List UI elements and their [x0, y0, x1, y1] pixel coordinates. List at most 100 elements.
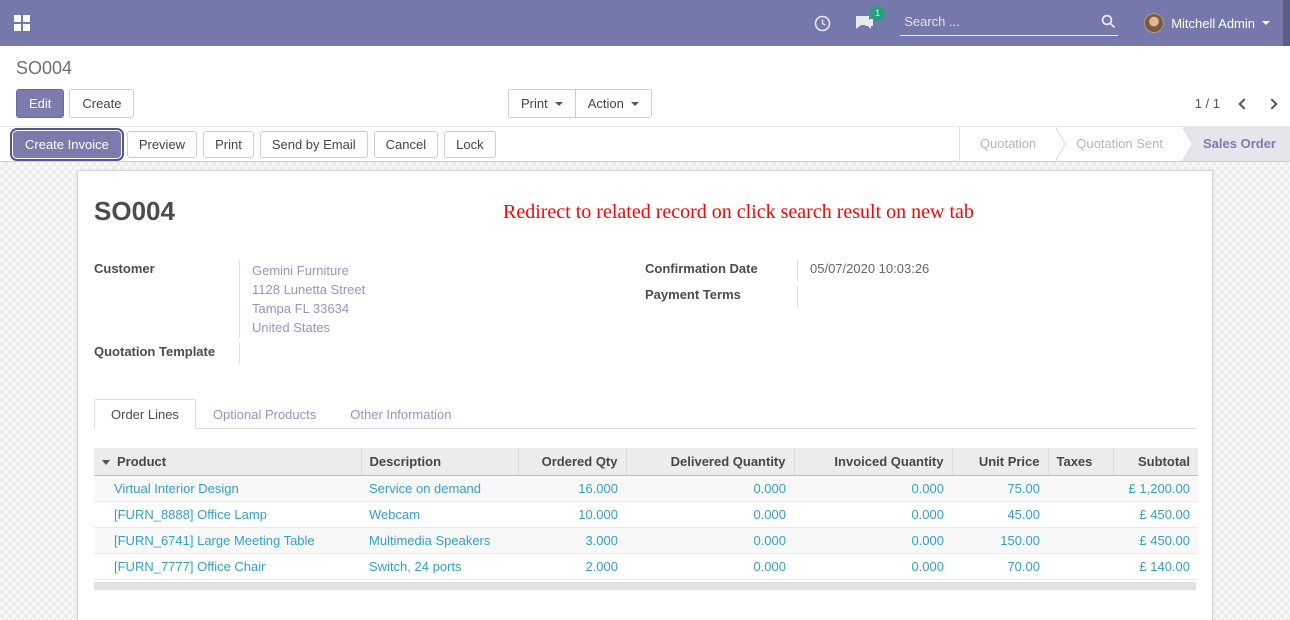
- user-name: Mitchell Admin: [1171, 16, 1255, 31]
- confirmation-date-value: 05/07/2020 10:03:26: [797, 260, 1196, 281]
- tab-order-lines[interactable]: Order Lines: [94, 399, 196, 429]
- print-dropdown-label: Print: [521, 95, 548, 112]
- table-row[interactable]: [FURN_7777] Office Chair Switch, 24 port…: [94, 553, 1198, 579]
- messages-chat-icon[interactable]: 1: [854, 13, 874, 33]
- action-dropdown-button[interactable]: Action: [575, 89, 652, 118]
- payment-terms-label: Payment Terms: [645, 286, 797, 307]
- user-caret-down-icon: [1262, 21, 1270, 25]
- cell-taxes[interactable]: [1048, 527, 1113, 553]
- cell-taxes[interactable]: [1048, 553, 1113, 579]
- stage-quotation-sent[interactable]: Quotation Sent: [1056, 127, 1183, 161]
- messages-count-badge: 1: [870, 6, 885, 21]
- cell-unit-price[interactable]: 70.00: [952, 553, 1048, 579]
- status-stage-bar: Quotation Quotation Sent Sales Order: [959, 127, 1290, 161]
- customer-label: Customer: [94, 260, 239, 338]
- cell-description[interactable]: Multimedia Speakers: [361, 527, 518, 553]
- cell-unit-price[interactable]: 45.00: [952, 501, 1048, 527]
- create-button[interactable]: Create: [69, 89, 134, 118]
- column-header-ordered-qty[interactable]: Ordered Qty: [518, 448, 626, 475]
- column-header-taxes[interactable]: Taxes: [1048, 448, 1113, 475]
- cell-product[interactable]: [FURN_6741] Large Meeting Table: [94, 527, 361, 553]
- column-header-invoiced-quantity[interactable]: Invoiced Quantity: [794, 448, 952, 475]
- table-row[interactable]: [FURN_6741] Large Meeting Table Multimed…: [94, 527, 1198, 553]
- cancel-button[interactable]: Cancel: [374, 131, 438, 158]
- cell-delivered-qty[interactable]: 0.000: [626, 501, 794, 527]
- cell-subtotal[interactable]: £ 450.00: [1113, 527, 1198, 553]
- print-caret-down-icon: [555, 102, 563, 106]
- cell-invoiced-qty[interactable]: 0.000: [794, 527, 952, 553]
- cell-description[interactable]: Switch, 24 ports: [361, 553, 518, 579]
- cell-description[interactable]: Service on demand: [361, 475, 518, 501]
- navbar-search[interactable]: [900, 11, 1118, 36]
- cell-product[interactable]: [FURN_8888] Office Lamp: [94, 501, 361, 527]
- cell-subtotal[interactable]: £ 450.00: [1113, 501, 1198, 527]
- cell-taxes[interactable]: [1048, 501, 1113, 527]
- edit-button[interactable]: Edit: [16, 89, 64, 118]
- column-header-description[interactable]: Description: [361, 448, 518, 475]
- table-footer-strip: [94, 582, 1196, 590]
- sort-caret-down-icon: [102, 460, 110, 465]
- cell-invoiced-qty[interactable]: 0.000: [794, 475, 952, 501]
- customer-street: 1128 Lunetta Street: [252, 280, 645, 299]
- cell-subtotal[interactable]: £ 140.00: [1113, 553, 1198, 579]
- cell-product[interactable]: Virtual Interior Design: [94, 475, 361, 501]
- preview-button[interactable]: Preview: [127, 131, 197, 158]
- payment-terms-value: [797, 286, 1196, 307]
- action-caret-down-icon: [631, 102, 639, 106]
- column-header-unit-price[interactable]: Unit Price: [952, 448, 1048, 475]
- search-magnifier-icon[interactable]: [1098, 11, 1118, 31]
- stage-quotation[interactable]: Quotation: [960, 127, 1056, 161]
- create-invoice-button[interactable]: Create Invoice: [13, 131, 121, 158]
- page-scrollbar[interactable]: [1283, 0, 1290, 46]
- user-menu[interactable]: Mitchell Admin: [1144, 13, 1270, 33]
- search-input[interactable]: [900, 11, 1098, 32]
- pager-previous-chevron-icon[interactable]: [1238, 98, 1249, 109]
- pager-counter: 1 / 1: [1195, 96, 1220, 111]
- print-dropdown-button[interactable]: Print: [508, 89, 576, 118]
- control-panel: SO004 Edit Create Print Action 1 / 1: [0, 46, 1290, 126]
- tab-other-information[interactable]: Other Information: [333, 399, 468, 429]
- table-row[interactable]: Virtual Interior Design Service on deman…: [94, 475, 1198, 501]
- apps-menu-icon[interactable]: [14, 15, 30, 31]
- print-button[interactable]: Print: [203, 131, 254, 158]
- table-header-row: Product Description Ordered Qty Delivere…: [94, 448, 1198, 475]
- send-by-email-button[interactable]: Send by Email: [260, 131, 368, 158]
- stage-sales-order[interactable]: Sales Order: [1183, 127, 1290, 161]
- cell-ordered-qty[interactable]: 2.000: [518, 553, 626, 579]
- column-header-subtotal[interactable]: Subtotal: [1113, 448, 1198, 475]
- quotation-template-value: [239, 343, 645, 364]
- column-header-delivered-quantity[interactable]: Delivered Quantity: [626, 448, 794, 475]
- table-row[interactable]: [FURN_8888] Office Lamp Webcam 10.000 0.…: [94, 501, 1198, 527]
- activities-clock-icon[interactable]: [812, 13, 832, 33]
- confirmation-date-label: Confirmation Date: [645, 260, 797, 281]
- cell-description[interactable]: Webcam: [361, 501, 518, 527]
- customer-name-link[interactable]: Gemini Furniture: [252, 261, 645, 280]
- cell-delivered-qty[interactable]: 0.000: [626, 527, 794, 553]
- breadcrumb: SO004: [16, 56, 1274, 80]
- notebook-tabs: Order Lines Optional Products Other Info…: [94, 399, 1196, 429]
- user-avatar: [1144, 13, 1164, 33]
- red-annotation-text: Redirect to related record on click sear…: [503, 201, 974, 224]
- lock-button[interactable]: Lock: [444, 131, 495, 158]
- cell-invoiced-qty[interactable]: 0.000: [794, 501, 952, 527]
- cell-ordered-qty[interactable]: 3.000: [518, 527, 626, 553]
- sales-order-sheet: SO004 Redirect to related record on clic…: [77, 170, 1213, 620]
- cell-delivered-qty[interactable]: 0.000: [626, 553, 794, 579]
- cell-product[interactable]: [FURN_7777] Office Chair: [94, 553, 361, 579]
- cell-ordered-qty[interactable]: 10.000: [518, 501, 626, 527]
- customer-value[interactable]: Gemini Furniture 1128 Lunetta Street Tam…: [239, 260, 645, 338]
- cell-unit-price[interactable]: 150.00: [952, 527, 1048, 553]
- pager-next-chevron-icon[interactable]: [1266, 98, 1277, 109]
- cell-invoiced-qty[interactable]: 0.000: [794, 553, 952, 579]
- cell-ordered-qty[interactable]: 16.000: [518, 475, 626, 501]
- cell-taxes[interactable]: [1048, 475, 1113, 501]
- action-status-bar: Create Invoice Preview Print Send by Ema…: [0, 126, 1290, 162]
- order-lines-table: Product Description Ordered Qty Delivere…: [94, 448, 1198, 580]
- column-header-product[interactable]: Product: [94, 448, 361, 475]
- cell-subtotal[interactable]: £ 1,200.00: [1113, 475, 1198, 501]
- cell-delivered-qty[interactable]: 0.000: [626, 475, 794, 501]
- cell-unit-price[interactable]: 75.00: [952, 475, 1048, 501]
- form-view-background: SO004 Redirect to related record on clic…: [0, 162, 1290, 620]
- tab-optional-products[interactable]: Optional Products: [196, 399, 333, 429]
- customer-city: Tampa FL 33634: [252, 299, 645, 318]
